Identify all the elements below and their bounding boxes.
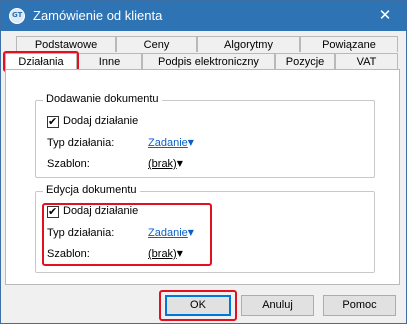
tab-ceny[interactable]: Ceny (116, 36, 197, 52)
title-bar[interactable]: GT Zamówienie od klienta ✕ (1, 1, 406, 31)
template-value[interactable]: (brak) (148, 158, 177, 170)
tab-podstawowe[interactable]: Podstawowe (16, 36, 116, 52)
tab-podpis-elektroniczny[interactable]: Podpis elektroniczny (142, 53, 275, 69)
chevron-down-icon: ▼ (176, 159, 183, 168)
chevron-down-icon: ▼ (187, 138, 194, 147)
type-label: Typ działania: (47, 137, 115, 149)
tab-powiazane[interactable]: Powiązane (300, 36, 398, 52)
tab-inne[interactable]: Inne (77, 53, 142, 69)
tab-vat[interactable]: VAT (335, 53, 398, 69)
checkbox-label: Dodaj działanie (63, 115, 139, 127)
dialog-window: GT Zamówienie od klienta ✕ Podstawowe Ce… (0, 0, 407, 324)
help-button[interactable]: Pomoc (323, 295, 396, 316)
window-title: Zamówienie od klienta (33, 8, 163, 23)
highlight-ok-button (159, 290, 237, 321)
type-dropdown-add[interactable]: Zadanie▼ (148, 137, 194, 149)
close-icon[interactable]: ✕ (376, 6, 394, 24)
check-icon: ✔ (48, 115, 58, 128)
highlight-edit-options (42, 203, 212, 266)
app-logo-icon: GT (9, 8, 25, 24)
tab-pozycje[interactable]: Pozycje (275, 53, 335, 69)
cancel-button[interactable]: Anuluj (241, 295, 314, 316)
group-title-edycja: Edycja dokumentu (43, 184, 140, 196)
template-label: Szablon: (47, 158, 90, 170)
group-title-dodawanie: Dodawanie dokumentu (43, 93, 162, 105)
group-dodawanie-dokumentu: Dodawanie dokumentu ✔ Dodaj działanie Ty… (35, 93, 375, 178)
tab-algorytmy[interactable]: Algorytmy (197, 36, 300, 52)
checkbox-dodaj-dzialanie-add[interactable]: ✔ (47, 115, 59, 128)
type-value[interactable]: Zadanie (148, 137, 188, 149)
tab-panel-dzialania: Dodawanie dokumentu ✔ Dodaj działanie Ty… (5, 69, 400, 285)
template-dropdown-add[interactable]: (brak)▼ (148, 158, 183, 170)
